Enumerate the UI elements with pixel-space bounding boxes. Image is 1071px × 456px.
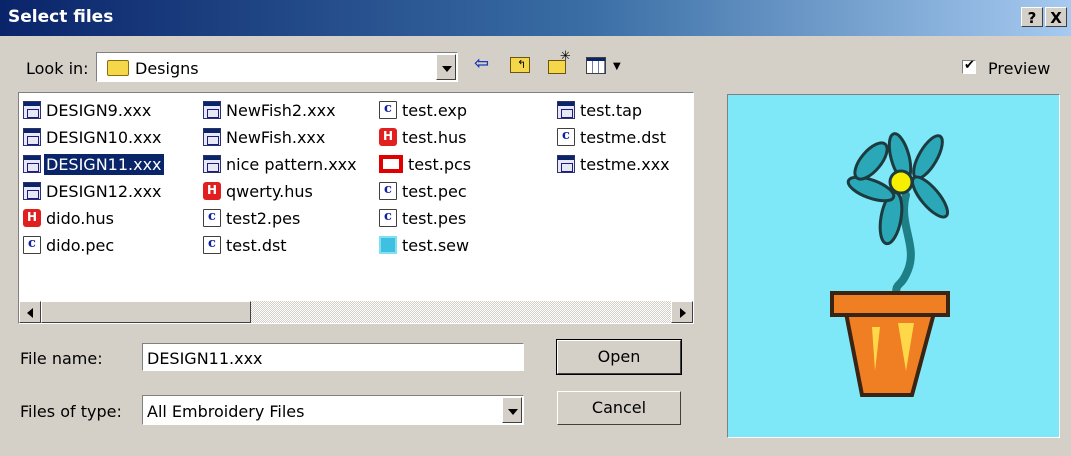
scroll-right-button[interactable] [671, 301, 693, 323]
file-item[interactable]: NewFish.xxx [203, 126, 327, 148]
horizontal-scrollbar[interactable] [19, 301, 693, 323]
dialog-title: Select files [8, 7, 114, 27]
pec-icon [203, 236, 221, 254]
scrollbar-thumb[interactable] [41, 301, 251, 323]
file-item[interactable]: qwerty.hus [203, 180, 315, 202]
preview-checkbox[interactable] [962, 58, 976, 74]
file-item[interactable]: test.pcs [379, 153, 473, 175]
filetype-value: All Embroidery Files [147, 402, 305, 421]
file-name: testme.dst [580, 127, 667, 147]
filename-input[interactable]: DESIGN11.xxx [142, 343, 524, 371]
file-name: test.pes [402, 208, 467, 228]
filetype-dropdown-arrow[interactable] [502, 397, 522, 423]
file-item[interactable]: test2.pes [203, 207, 302, 229]
file-name: test.tap [580, 100, 643, 120]
pec-icon [379, 101, 397, 119]
look-in-dropdown-arrow[interactable] [436, 54, 456, 80]
design-icon [23, 128, 41, 146]
pec-icon [379, 209, 397, 227]
file-item[interactable]: dido.hus [23, 207, 116, 229]
look-in-dropdown[interactable]: Designs [96, 52, 458, 82]
hus-icon [379, 128, 397, 146]
file-name: test.sew [402, 235, 470, 255]
file-item[interactable]: test.exp [379, 99, 469, 121]
pcs-icon [379, 155, 403, 173]
file-name: test.exp [402, 100, 467, 120]
pec-icon [203, 209, 221, 227]
file-item[interactable]: DESIGN11.xxx [23, 152, 165, 176]
file-name: DESIGN9.xxx [46, 100, 152, 120]
file-name: NewFish.xxx [226, 127, 326, 147]
view-menu-icon[interactable] [586, 57, 606, 74]
hus-icon [23, 209, 41, 227]
close-button[interactable]: X [1045, 7, 1067, 27]
preview-label: Preview [988, 59, 1051, 78]
design-icon [203, 155, 221, 173]
file-name: DESIGN10.xxx [46, 127, 162, 147]
file-name: DESIGN12.xxx [46, 181, 162, 201]
up-folder-icon[interactable]: ↰ [510, 57, 530, 73]
filetype-label: Files of type: [20, 402, 122, 421]
design-icon [23, 182, 41, 200]
look-in-value: Designs [135, 59, 199, 78]
filetype-dropdown[interactable]: All Embroidery Files [142, 395, 524, 425]
file-name: test.hus [402, 127, 467, 147]
file-item[interactable]: test.sew [379, 234, 471, 256]
file-item[interactable]: DESIGN9.xxx [23, 99, 153, 121]
file-name: qwerty.hus [226, 181, 313, 201]
file-name: test.pec [402, 181, 467, 201]
scroll-left-button[interactable] [19, 301, 41, 323]
file-item[interactable]: DESIGN12.xxx [23, 180, 164, 202]
file-item[interactable]: test.dst [203, 234, 289, 256]
design-icon [23, 155, 41, 173]
design-icon [557, 101, 575, 119]
title-bar[interactable]: Select files ? X [0, 0, 1071, 36]
sew-icon [379, 236, 397, 254]
file-name: test.dst [226, 235, 287, 255]
filename-label: File name: [20, 349, 103, 368]
design-icon [203, 128, 221, 146]
design-icon [557, 155, 575, 173]
file-item[interactable]: testme.dst [557, 126, 668, 148]
file-name: DESIGN11.xxx [43, 152, 165, 176]
file-item[interactable]: NewFish2.xxx [203, 99, 338, 121]
file-name: testme.xxx [580, 154, 670, 174]
folder-icon [107, 60, 129, 76]
file-item[interactable]: DESIGN10.xxx [23, 126, 164, 148]
file-item[interactable]: nice pattern.xxx [203, 153, 359, 175]
file-name: test2.pes [226, 208, 301, 228]
open-button[interactable]: Open [556, 339, 682, 375]
file-name: test.pcs [408, 154, 472, 174]
filename-value: DESIGN11.xxx [147, 349, 263, 368]
file-item[interactable]: test.tap [557, 99, 644, 121]
file-item[interactable]: test.pec [379, 180, 469, 202]
back-arrow-icon[interactable]: ⇦ [474, 54, 489, 74]
look-in-label: Look in: [26, 59, 89, 78]
file-item[interactable]: dido.pec [23, 234, 116, 256]
flower-pot-preview-image [830, 132, 950, 397]
file-list[interactable]: DESIGN9.xxx DESIGN10.xxx DESIGN11.xxx DESIG… [18, 92, 694, 324]
cancel-button[interactable]: Cancel [557, 391, 681, 425]
pec-icon [23, 236, 41, 254]
design-icon [203, 101, 221, 119]
help-button[interactable]: ? [1021, 7, 1043, 27]
pec-icon [557, 128, 575, 146]
pec-icon [379, 182, 397, 200]
file-name: nice pattern.xxx [226, 154, 357, 174]
hus-icon [203, 182, 221, 200]
view-menu-chevron-down-icon[interactable]: ▼ [613, 61, 621, 72]
file-name: dido.pec [46, 235, 115, 255]
file-item[interactable]: testme.xxx [557, 153, 672, 175]
select-files-dialog: Select files ? X Look in: Designs ⇦ ↰ ✳ … [0, 0, 1071, 456]
preview-pane [727, 94, 1060, 438]
new-folder-icon[interactable]: ✳ [548, 49, 571, 74]
design-icon [23, 101, 41, 119]
file-item[interactable]: test.pes [379, 207, 468, 229]
file-item[interactable]: test.hus [379, 126, 468, 148]
file-name: NewFish2.xxx [226, 100, 336, 120]
file-name: dido.hus [46, 208, 114, 228]
